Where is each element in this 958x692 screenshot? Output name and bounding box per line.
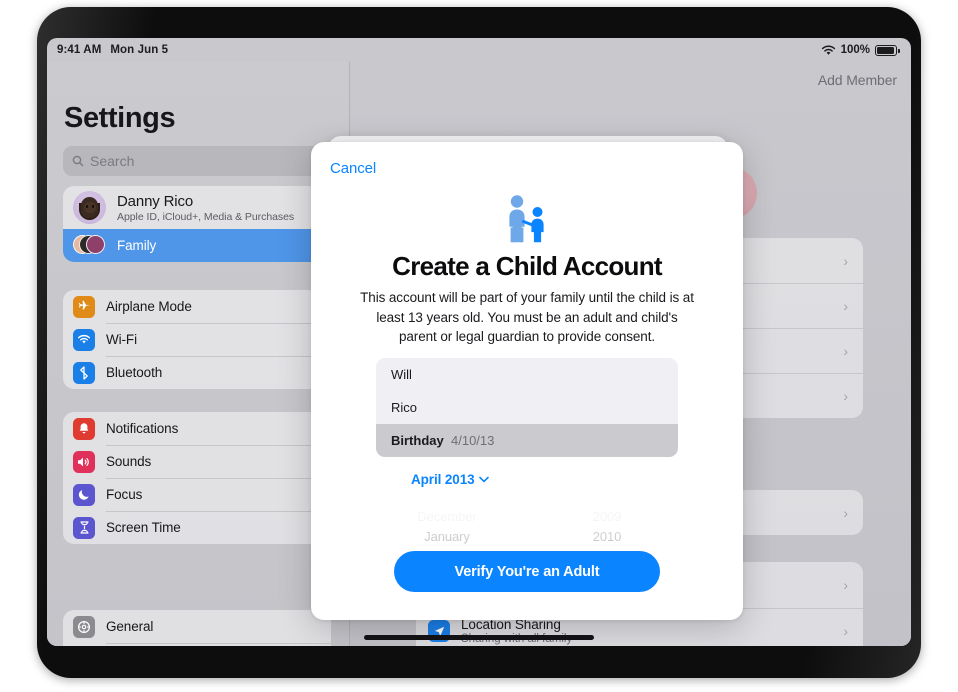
bell-icon (73, 417, 95, 440)
sidebar-item-label: Airplane Mode (106, 299, 192, 314)
picker-month-option[interactable]: December (395, 507, 499, 527)
create-child-account-sheet: Cancel Create a Child Account This accou… (311, 142, 743, 620)
last-name-value: Rico (391, 400, 418, 415)
sidebar-item-bluetooth[interactable]: Bluetooth (63, 356, 331, 389)
chevron-right-icon: › (843, 504, 848, 521)
battery-icon (875, 44, 900, 56)
account-name: Danny Rico (117, 192, 194, 210)
sidebar-item-general[interactable]: General (63, 610, 331, 643)
sidebar-item-control-center[interactable]: Control Center (63, 643, 331, 646)
picker-year-option[interactable]: 2010 (555, 527, 659, 547)
status-bar: 9:41 AM Mon Jun 5 100% (47, 38, 911, 62)
sidebar-item-apple-id[interactable]: Danny Rico Apple ID, iCloud+, Media & Pu… (63, 186, 331, 229)
sidebar-group-general: General Control Center (63, 610, 331, 646)
status-time: 9:41 AM (57, 44, 102, 56)
sidebar-item-label: Sounds (106, 454, 152, 469)
chevron-right-icon: › (843, 297, 848, 314)
sheet-description: This account will be part of your family… (360, 290, 694, 344)
sidebar-item-label: Bluetooth (106, 365, 163, 380)
picker-month-option[interactable]: January (395, 527, 499, 547)
gear-icon (73, 615, 95, 638)
sidebar-item-label: Focus (106, 487, 143, 502)
page-title: Settings (64, 102, 176, 134)
moon-icon (73, 483, 95, 506)
search-input[interactable]: Search (63, 146, 331, 176)
settings-sidebar: Settings Search Danny Rico Apple ID, iCl… (47, 62, 349, 646)
sidebar-item-label: Notifications (106, 421, 179, 436)
search-icon (72, 155, 84, 167)
battery-percent-label: 100% (840, 44, 870, 56)
sidebar-item-wifi[interactable]: Wi-Fi (63, 323, 331, 356)
screenshot-root: 9:41 AM Mon Jun 5 100% Settings Search D… (0, 0, 958, 692)
airplane-icon (73, 295, 95, 318)
search-placeholder: Search (90, 153, 135, 169)
wifi-icon (821, 44, 835, 55)
add-member-button[interactable]: Add Member (818, 72, 897, 88)
sidebar-item-airplane-mode[interactable]: Airplane Mode (63, 290, 331, 323)
sidebar-item-label: Family (117, 238, 157, 253)
bluetooth-icon (73, 361, 95, 384)
sheet-title: Create a Child Account (392, 251, 662, 281)
memoji-avatar (73, 191, 106, 224)
chevron-right-icon: › (843, 342, 848, 359)
adult-and-child-icon (498, 194, 556, 249)
sidebar-group-connectivity: Airplane Mode Wi-Fi Bluetooth (63, 290, 331, 389)
month-year-toggle-button[interactable]: April 2013 (411, 472, 489, 487)
sidebar-item-family[interactable]: Family (63, 229, 331, 262)
speaker-icon (73, 450, 95, 473)
chevron-right-icon: › (843, 623, 848, 639)
chevron-right-icon: › (843, 577, 848, 593)
sidebar-group-account: Danny Rico Apple ID, iCloud+, Media & Pu… (63, 186, 331, 262)
sidebar-item-sounds[interactable]: Sounds (63, 445, 331, 478)
status-bar-left: 9:41 AM Mon Jun 5 (57, 44, 168, 56)
sidebar-item-label: General (106, 619, 154, 634)
birthday-label: Birthday (391, 433, 444, 448)
sidebar-item-screen-time[interactable]: Screen Time (63, 511, 331, 544)
account-subtitle: Apple ID, iCloud+, Media & Purchases (117, 210, 295, 223)
picker-year-option[interactable]: 2009 (555, 507, 659, 527)
verify-adult-button[interactable]: Verify You're an Adult (394, 551, 660, 592)
sidebar-item-notifications[interactable]: Notifications (63, 412, 331, 445)
family-avatars (73, 234, 106, 257)
sidebar-item-label: Wi-Fi (106, 332, 137, 347)
ipad-screen: 9:41 AM Mon Jun 5 100% Settings Search D… (47, 38, 911, 646)
chevron-right-icon: › (843, 387, 848, 404)
sidebar-item-focus[interactable]: Focus (63, 478, 331, 511)
child-info-form: Will Rico Birthday 4/10/13 (376, 358, 678, 457)
chevron-right-icon: › (843, 252, 848, 269)
sidebar-item-label: Screen Time (106, 520, 181, 535)
birthday-field[interactable]: Birthday 4/10/13 (376, 424, 678, 457)
birthday-value: 4/10/13 (451, 433, 495, 448)
wifi-icon (73, 328, 95, 351)
home-indicator[interactable] (364, 635, 594, 640)
last-name-field[interactable]: Rico (376, 391, 678, 424)
hourglass-icon (73, 516, 95, 539)
first-name-field[interactable]: Will (376, 358, 678, 391)
sidebar-group-notifications: Notifications Sounds Focus Screen Time (63, 412, 331, 544)
chevron-down-icon (478, 476, 489, 483)
month-year-label: April 2013 (411, 472, 475, 487)
first-name-value: Will (391, 367, 412, 382)
status-date: Mon Jun 5 (110, 44, 169, 56)
cancel-button[interactable]: Cancel (330, 160, 376, 177)
status-bar-right: 100% (821, 44, 900, 56)
